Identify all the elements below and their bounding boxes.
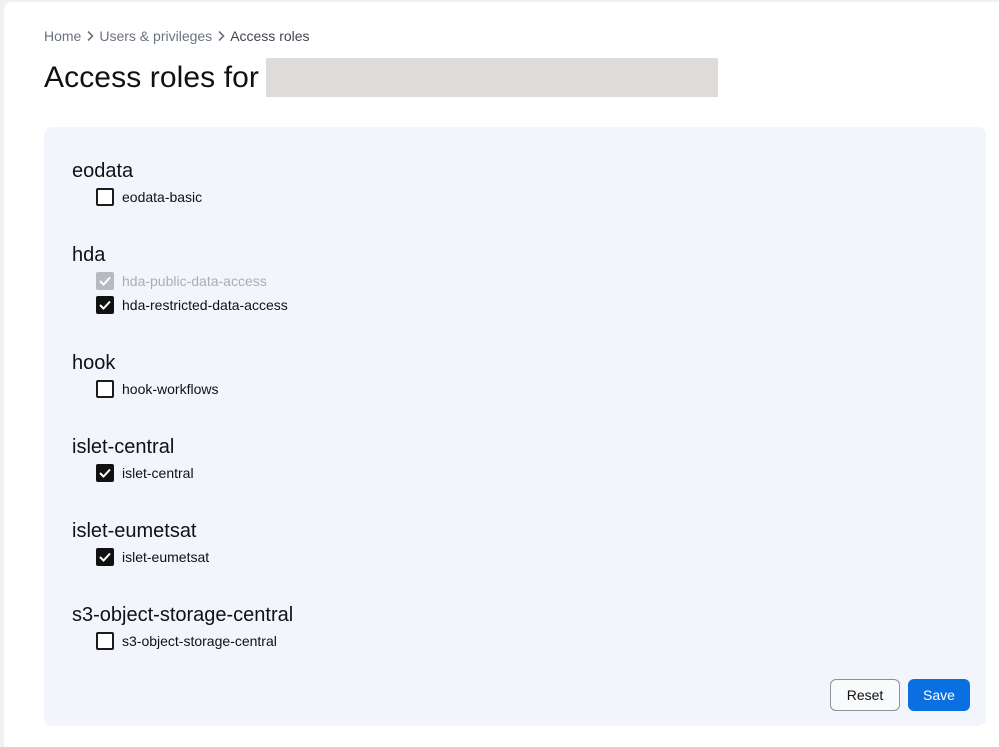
- role-option-hook-workflows[interactable]: hook-workflows: [96, 377, 218, 401]
- group-title: hda: [72, 244, 106, 266]
- save-button[interactable]: Save: [908, 679, 970, 711]
- group-title: s3-object-storage-central: [72, 604, 294, 626]
- role-group-hook: hook hook-workflows: [72, 349, 218, 401]
- role-group-islet-central: islet-central islet-central: [72, 433, 194, 485]
- role-option-eodata-basic[interactable]: eodata-basic: [96, 185, 202, 209]
- page: Home Users & privileges Access roles Acc…: [4, 2, 999, 747]
- role-option-islet-central[interactable]: islet-central: [96, 461, 194, 485]
- group-title: islet-central: [72, 436, 175, 458]
- group-title: islet-eumetsat: [72, 520, 197, 542]
- role-option-islet-eumetsat[interactable]: islet-eumetsat: [96, 545, 209, 569]
- role-group-s3-object-storage-central: s3-object-storage-central s3-object-stora…: [72, 601, 293, 653]
- page-title: Access roles for: [44, 60, 259, 94]
- title-row: Access roles for: [44, 58, 718, 97]
- role-label: islet-eumetsat: [122, 549, 210, 565]
- role-option-s3-object-storage-central[interactable]: s3-object-storage-central: [96, 629, 293, 653]
- checkbox-checked-icon[interactable]: [96, 464, 114, 482]
- chevron-right-icon: [81, 30, 99, 42]
- breadcrumb-home[interactable]: Home: [44, 28, 81, 44]
- group-title: eodata: [72, 160, 134, 182]
- checkbox-checked-icon[interactable]: [96, 548, 114, 566]
- role-group-islet-eumetsat: islet-eumetsat islet-eumetsat: [72, 517, 209, 569]
- chevron-right-icon: [212, 30, 230, 42]
- role-label: hda-public-data-access: [122, 273, 267, 289]
- breadcrumb-current: Access roles: [230, 28, 310, 44]
- checkbox-unchecked-icon[interactable]: [96, 632, 114, 650]
- group-title: hook: [72, 352, 116, 374]
- role-label: s3-object-storage-central: [122, 633, 277, 649]
- breadcrumb: Home Users & privileges Access roles: [44, 28, 310, 44]
- checkbox-unchecked-icon[interactable]: [96, 380, 114, 398]
- checkbox-checked-icon[interactable]: [96, 296, 114, 314]
- reset-button[interactable]: Reset: [830, 679, 900, 711]
- breadcrumb-users-privileges[interactable]: Users & privileges: [99, 28, 212, 44]
- role-option-hda-public-data-access: hda-public-data-access: [96, 269, 288, 293]
- role-label: hda-restricted-data-access: [122, 297, 288, 313]
- form-actions: Reset Save: [830, 679, 970, 711]
- role-label: eodata-basic: [122, 189, 203, 205]
- checkbox-unchecked-icon[interactable]: [96, 188, 114, 206]
- roles-panel: eodata eodata-basic hda hda-public-data-acc…: [44, 127, 986, 726]
- role-group-eodata: eodata eodata-basic: [72, 157, 202, 209]
- role-option-hda-restricted-data-access[interactable]: hda-restricted-data-access: [96, 293, 288, 317]
- role-label: islet-central: [122, 465, 194, 481]
- checkbox-checked-icon: [96, 272, 114, 290]
- redacted-username: [266, 58, 718, 97]
- role-group-hda: hda hda-public-data-access hda-restricted-…: [72, 241, 288, 317]
- role-label: hook-workflows: [122, 381, 219, 397]
